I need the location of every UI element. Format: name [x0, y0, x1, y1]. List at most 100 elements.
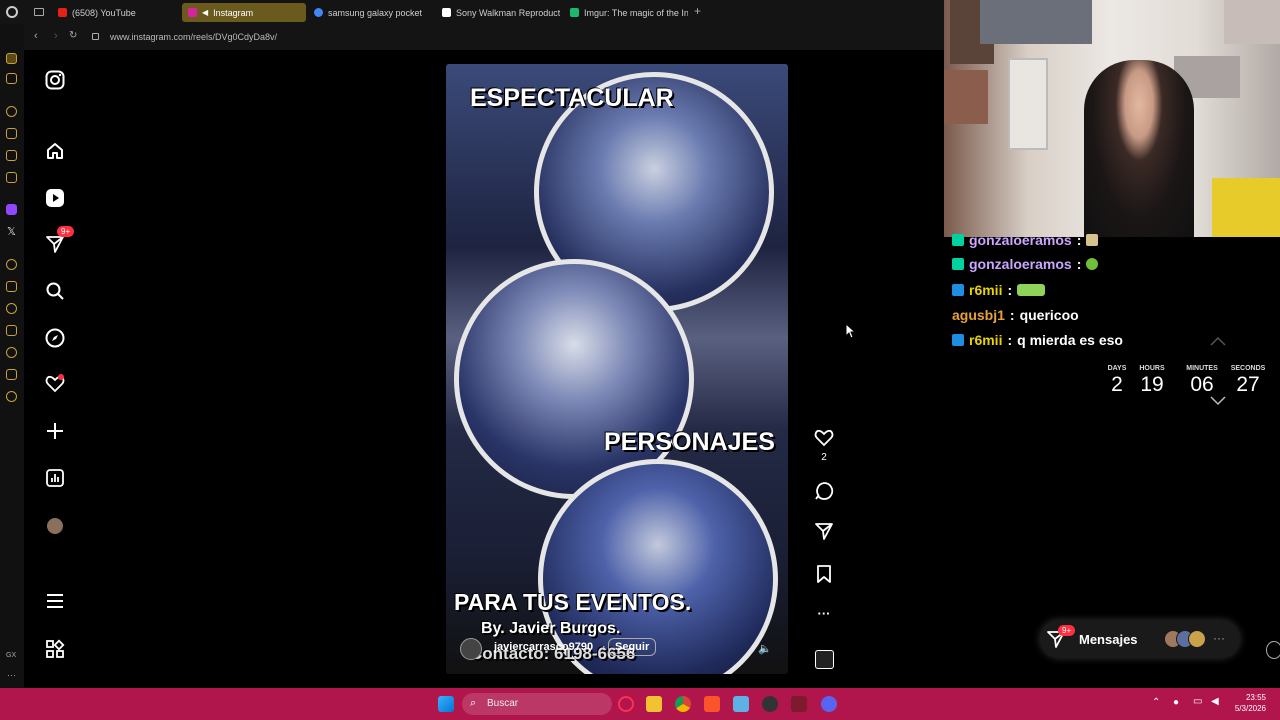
tab-label: Instagram [213, 7, 254, 18]
comment-icon[interactable] [814, 481, 834, 501]
tab-sony[interactable]: Sony Walkman Reproduct [436, 3, 560, 22]
author-avatar[interactable] [460, 638, 482, 660]
share-icon[interactable] [814, 521, 834, 541]
previous-reel-button[interactable] [1198, 326, 1238, 356]
share-button[interactable] [814, 521, 834, 541]
more-icon[interactable]: ··· [1213, 631, 1225, 645]
chat-username[interactable]: gonzaloeramos [969, 256, 1072, 272]
home-icon[interactable] [45, 141, 65, 161]
search-icon[interactable] [45, 281, 65, 301]
notifications-heart-icon[interactable] [45, 374, 65, 394]
explore-icon[interactable] [45, 328, 65, 348]
search-placeholder: Buscar [487, 698, 519, 709]
tab-imgur[interactable]: Imgur: The magic of the In [564, 3, 688, 22]
reload-icon[interactable]: ↻ [69, 30, 77, 41]
bookmark-icon[interactable] [814, 564, 834, 584]
gx-icon[interactable]: GX [6, 652, 16, 659]
direct-messages-icon[interactable]: 9+ [45, 226, 75, 254]
like-count: 2 [821, 452, 827, 463]
chat-separator: : [1009, 307, 1015, 323]
back-icon[interactable]: ‹ [34, 30, 38, 42]
profile-avatar[interactable] [45, 516, 65, 536]
brave-icon[interactable] [704, 696, 720, 712]
chrome-icon[interactable] [675, 696, 691, 712]
tab-samsung[interactable]: samsung galaxy pocket [308, 3, 432, 22]
twitch-icon[interactable] [6, 204, 17, 215]
reels-icon[interactable] [45, 188, 65, 208]
browser-tab-bar: (6508) YouTube ◀ Instagram samsung galax… [0, 0, 944, 24]
microphone-icon[interactable]: ● [1173, 697, 1179, 708]
mail-icon[interactable] [6, 172, 17, 183]
hours-value: 19 [1140, 373, 1164, 396]
game-icon[interactable] [791, 696, 807, 712]
seconds-label: SECONDS [1230, 365, 1266, 372]
heart-sidebar-icon[interactable] [6, 303, 17, 314]
like-button[interactable]: 2 [814, 428, 834, 463]
player-icon[interactable] [6, 259, 17, 270]
x-icon[interactable]: 𝕏 [7, 225, 16, 238]
chat-username[interactable]: agusbj1 [952, 307, 1005, 323]
app-icon[interactable] [762, 696, 778, 712]
speaker-icon[interactable]: ◀ [202, 8, 208, 17]
forward-icon[interactable]: › [54, 30, 58, 42]
address-input[interactable]: www.instagram.com/reels/DVg0CdyDa8v/ [110, 32, 277, 42]
poster-image [1008, 58, 1048, 150]
wallet-icon[interactable] [6, 150, 17, 161]
pin-icon[interactable] [6, 325, 17, 336]
save-button[interactable] [814, 564, 834, 584]
speaker-icon[interactable]: 🔈 [758, 642, 772, 655]
reel-video[interactable]: ESPECTACULAR PERSONAJES PARA TUS EVENTOS… [446, 64, 788, 674]
aria-icon[interactable] [6, 106, 17, 117]
ccleaner-icon[interactable] [733, 696, 749, 712]
history-icon[interactable] [6, 347, 17, 358]
messages-pill[interactable]: 9+ Mensajes ··· [1040, 620, 1240, 658]
countdown-minutes: MINUTES 06 [1180, 365, 1224, 397]
poster-image [1224, 0, 1280, 44]
home-sidebar-icon[interactable] [6, 53, 17, 64]
opera-gx-taskbar-icon[interactable] [618, 696, 634, 712]
network-icon[interactable]: ▭ [1193, 696, 1202, 707]
more-sidebar-icon[interactable]: ··· [7, 670, 16, 680]
taskbar-search[interactable]: ⌕ Buscar [462, 693, 612, 715]
file-explorer-icon[interactable] [646, 696, 662, 712]
chevron-up-icon[interactable] [1210, 336, 1226, 346]
notification-badge: 9+ [57, 226, 75, 237]
emote-icon [1017, 284, 1046, 296]
tray-chevron-icon[interactable]: ⌃ [1152, 697, 1160, 708]
follow-button[interactable]: Seguir [608, 638, 657, 656]
menu-icon[interactable] [45, 591, 65, 611]
audio-thumbnail[interactable] [814, 650, 834, 669]
tab-youtube[interactable]: (6508) YouTube [52, 3, 176, 22]
clock[interactable]: 23:55 5/3/2026 [1230, 693, 1266, 713]
chat-username[interactable]: r6mii [969, 282, 1002, 298]
gamepad-icon[interactable] [6, 73, 17, 84]
create-icon[interactable] [45, 421, 65, 441]
like-heart-icon[interactable] [814, 428, 834, 448]
prime-badge-icon [952, 334, 964, 346]
chat-username[interactable]: r6mii [969, 332, 1002, 348]
also-from-meta-icon[interactable] [45, 639, 65, 659]
chat-message: gonzaloeramos : [952, 232, 1099, 248]
chat-username[interactable]: gonzaloeramos [969, 232, 1072, 248]
extension-icon[interactable] [6, 369, 17, 380]
more-options-button[interactable]: ··· [814, 606, 834, 621]
expand-side-icon[interactable] [1266, 641, 1280, 659]
apps-icon[interactable] [6, 281, 17, 292]
tab-instagram[interactable]: ◀ Instagram [182, 3, 306, 22]
new-tab-button[interactable]: + [694, 4, 701, 18]
page-favicon-icon [442, 8, 451, 17]
volume-icon[interactable]: ◀ [1211, 696, 1219, 707]
settings-icon[interactable] [6, 391, 17, 402]
reel-title-top: ESPECTACULAR [470, 84, 674, 112]
discord-icon[interactable] [821, 696, 837, 712]
reel-title-bottom: PARA TUS EVENTOS. [454, 589, 692, 615]
imgur-favicon-icon [570, 8, 579, 17]
bag-icon[interactable] [6, 128, 17, 139]
instagram-logo-icon[interactable] [45, 70, 65, 90]
author-username[interactable]: javiercarrasco9790 [494, 641, 593, 653]
opera-logo-icon[interactable] [6, 6, 18, 18]
comment-button[interactable] [814, 481, 834, 501]
dashboard-icon[interactable] [45, 468, 65, 488]
windows-start-icon[interactable] [438, 696, 454, 712]
tab-list-icon[interactable] [34, 8, 44, 16]
